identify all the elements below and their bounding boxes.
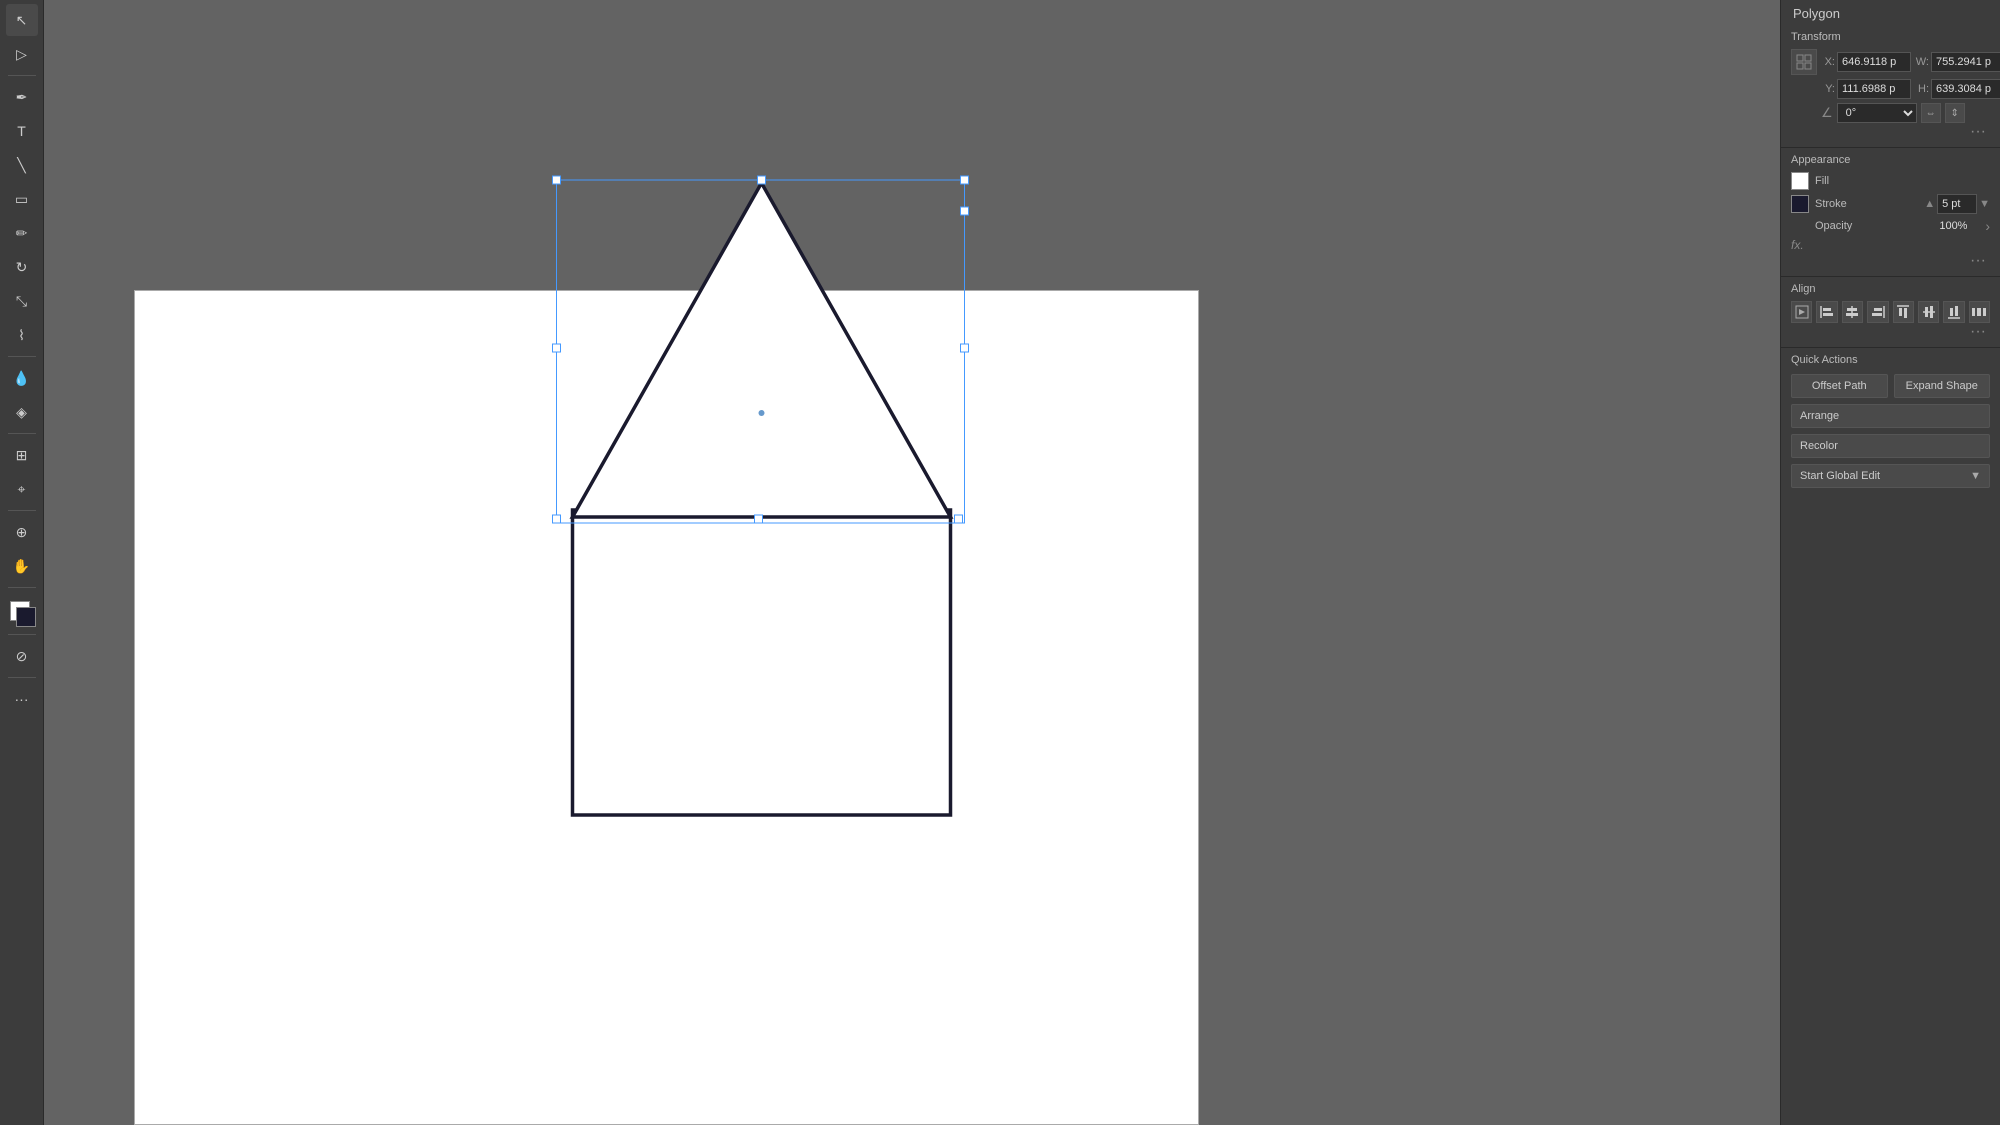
- stroke-swatch[interactable]: [1791, 195, 1809, 213]
- fill-swatch[interactable]: [1791, 172, 1809, 190]
- separator-1: [8, 75, 36, 76]
- fx-label[interactable]: fx.: [1791, 238, 1804, 252]
- appearance-section: Appearance Fill Stroke ▲ ▼ Opacity 100% …: [1781, 148, 2000, 277]
- tool-type[interactable]: T: [6, 115, 38, 147]
- stroke-controls: ▲ ▼: [1924, 194, 1990, 214]
- tool-rect[interactable]: ▭: [6, 183, 38, 215]
- foreground-color-box[interactable]: [16, 607, 36, 627]
- transform-more[interactable]: ···: [1791, 123, 1990, 141]
- arrange-button[interactable]: Arrange: [1791, 404, 1990, 428]
- w-input[interactable]: [1931, 52, 2000, 72]
- w-label: W:: [1915, 56, 1929, 68]
- opacity-row: Opacity 100% ›: [1791, 218, 1990, 234]
- tool-more[interactable]: ···: [6, 683, 38, 715]
- appearance-more[interactable]: ···: [1791, 252, 1990, 270]
- y-label: Y:: [1821, 83, 1835, 95]
- tool-line[interactable]: ╲: [6, 149, 38, 181]
- transform-section: Transform X: W: Y:: [1781, 25, 2000, 148]
- x-field: X:: [1821, 52, 1911, 72]
- angle-select[interactable]: 0° 90° 180° 270°: [1837, 103, 1917, 123]
- stroke-down-icon[interactable]: ▼: [1979, 198, 1990, 210]
- tool-artboard[interactable]: ⊞: [6, 439, 38, 471]
- offset-path-button[interactable]: Offset Path: [1791, 374, 1888, 398]
- recolor-button[interactable]: Recolor: [1791, 434, 1990, 458]
- align-dropdown[interactable]: [1791, 301, 1812, 323]
- opacity-value: 100%: [1939, 220, 1979, 232]
- expand-shape-button[interactable]: Expand Shape: [1894, 374, 1991, 398]
- white-canvas: [134, 290, 1199, 1125]
- tool-eyedropper[interactable]: 💧: [6, 362, 38, 394]
- tool-pen[interactable]: ✒: [6, 81, 38, 113]
- h-input[interactable]: [1931, 79, 2000, 99]
- distribute-btn[interactable]: [1969, 301, 1990, 323]
- separator-3: [8, 433, 36, 434]
- fx-row: fx.: [1791, 238, 1990, 252]
- separator-7: [8, 677, 36, 678]
- y-input[interactable]: [1837, 79, 1911, 99]
- flip-h-btn[interactable]: ⇔: [1921, 103, 1941, 123]
- stroke-input[interactable]: [1937, 194, 1977, 214]
- align-center-v-btn[interactable]: [1918, 301, 1939, 323]
- polygon-label: Polygon: [1781, 0, 2000, 25]
- separator-6: [8, 634, 36, 635]
- opacity-label: Opacity: [1815, 220, 1933, 232]
- align-top-btn[interactable]: [1893, 301, 1914, 323]
- chevron-down-icon: ▼: [1970, 470, 1981, 482]
- quick-actions-title: Quick Actions: [1791, 354, 1990, 366]
- w-field: W:: [1915, 52, 2000, 72]
- left-toolbar: ↖ ▷ ✒ T ╲ ▭ ✏ ↻ ⤡ ⌇ 💧 ◈ ⊞ ⌖ ⊕ ✋ ⊘ ···: [0, 0, 44, 1125]
- tool-hand[interactable]: ✋: [6, 550, 38, 582]
- tool-select[interactable]: ↖: [6, 4, 38, 36]
- align-more[interactable]: ···: [1791, 323, 1990, 341]
- align-title: Align: [1791, 283, 1990, 295]
- align-left-btn[interactable]: [1816, 301, 1837, 323]
- tool-rotate[interactable]: ↻: [6, 251, 38, 283]
- transform-grid-icon[interactable]: [1791, 49, 1817, 75]
- stroke-row: Stroke ▲ ▼: [1791, 194, 1990, 214]
- separator-5: [8, 587, 36, 588]
- y-field: Y:: [1821, 79, 1911, 99]
- fill-label: Fill: [1815, 175, 1990, 187]
- tool-warp[interactable]: ⌇: [6, 319, 38, 351]
- x-label: X:: [1821, 56, 1835, 68]
- tool-direct-select[interactable]: ▷: [6, 38, 38, 70]
- stroke-label: Stroke: [1815, 198, 1918, 210]
- appearance-title: Appearance: [1791, 154, 1990, 166]
- tool-blend[interactable]: ◈: [6, 396, 38, 428]
- align-right-btn[interactable]: [1867, 301, 1888, 323]
- flip-v-btn[interactable]: ⇕: [1945, 103, 1965, 123]
- tool-slice[interactable]: ⌖: [6, 473, 38, 505]
- tool-zoom[interactable]: ⊕: [6, 516, 38, 548]
- stroke-up-icon[interactable]: ▲: [1924, 198, 1935, 210]
- x-input[interactable]: [1837, 52, 1911, 72]
- fill-row: Fill: [1791, 172, 1990, 190]
- tool-scale[interactable]: ⤡: [6, 285, 38, 317]
- start-global-edit-button[interactable]: Start Global Edit ▼: [1791, 464, 1990, 488]
- color-boxes[interactable]: [6, 597, 38, 629]
- opacity-expand-btn[interactable]: ›: [1985, 218, 1990, 234]
- align-row: [1791, 301, 1990, 323]
- h-field: H:: [1915, 79, 2000, 99]
- align-bottom-btn[interactable]: [1943, 301, 1964, 323]
- transform-title: Transform: [1791, 31, 1841, 43]
- align-section: Align: [1781, 277, 2000, 348]
- tool-fill-none[interactable]: ⊘: [6, 640, 38, 672]
- right-panel: Polygon Transform X: W:: [1780, 0, 2000, 1125]
- separator-4: [8, 510, 36, 511]
- quick-actions-section: Quick Actions Offset Path Expand Shape A…: [1781, 348, 2000, 500]
- h-label: H:: [1915, 83, 1929, 95]
- tool-paintbrush[interactable]: ✏: [6, 217, 38, 249]
- canvas-area[interactable]: [44, 0, 1780, 1125]
- separator-2: [8, 356, 36, 357]
- quick-actions-row1: Offset Path Expand Shape: [1791, 374, 1990, 398]
- align-center-h-btn[interactable]: [1842, 301, 1863, 323]
